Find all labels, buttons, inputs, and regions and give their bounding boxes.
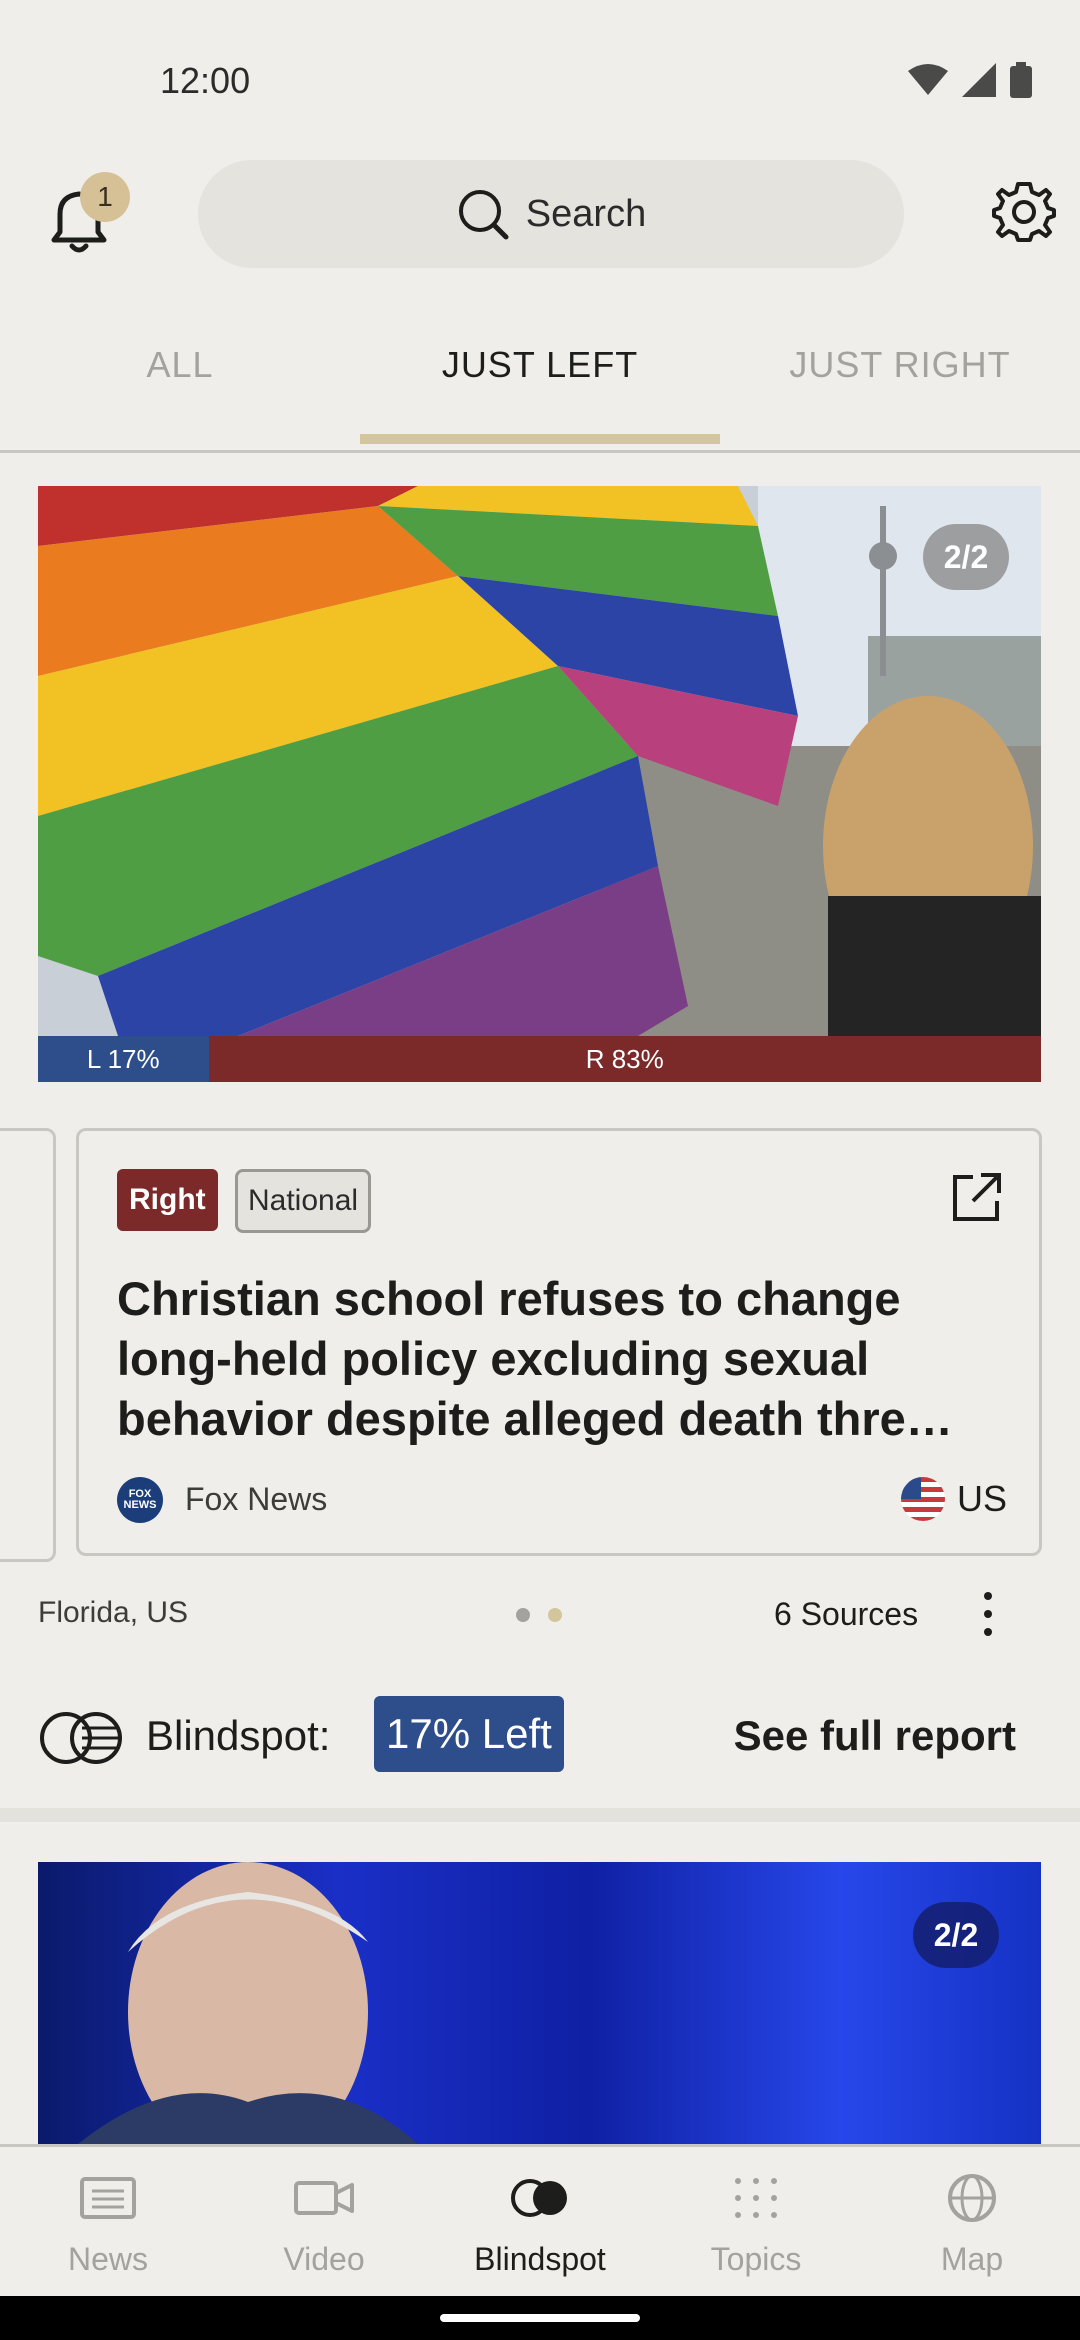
open-external-button[interactable]: [949, 1171, 1003, 1225]
nav-video[interactable]: Video: [216, 2147, 432, 2299]
notification-badge: 1: [80, 172, 130, 222]
previous-article-card[interactable]: [0, 1128, 56, 1562]
status-icons: [908, 62, 1032, 98]
nav-video-label: Video: [283, 2241, 365, 2277]
active-tab-indicator: [360, 434, 720, 444]
search-label: Search: [525, 192, 647, 235]
story-meta-row: Florida, US 6 Sources: [38, 1590, 1048, 1640]
feed-tabs: ALL JUST LEFT JUST RIGHT: [0, 300, 1080, 453]
nav-blindspot[interactable]: Blindspot: [432, 2147, 648, 2299]
search-icon: [458, 190, 509, 240]
more-options-button[interactable]: [978, 1590, 998, 1638]
us-flag-icon: [900, 1477, 945, 1521]
gear-icon: [992, 182, 1056, 242]
sources-count[interactable]: 6 Sources: [774, 1596, 918, 1633]
grid-dots-icon: [735, 2178, 777, 2218]
nav-map[interactable]: Map: [864, 2147, 1080, 2299]
article-card[interactable]: Right National Christian school refuses …: [76, 1128, 1042, 1556]
country-indicator: US: [900, 1477, 1007, 1521]
settings-button[interactable]: [992, 180, 1056, 244]
carousel-indicator: [516, 1608, 562, 1622]
bias-right-segment: R 83%: [208, 1036, 1041, 1082]
article-headline[interactable]: Christian school refuses to change long-…: [117, 1269, 997, 1449]
nav-news[interactable]: News: [0, 2147, 216, 2299]
carousel-dot: [516, 1608, 530, 1622]
bias-left-segment: L 17%: [38, 1036, 209, 1082]
image-counter-badge-2: 2/2: [913, 1902, 999, 1968]
carousel-dot-active: [548, 1608, 562, 1622]
blindspot-value-badge: 17% Left: [374, 1696, 564, 1772]
status-bar: 12:00: [0, 0, 1080, 150]
nav-news-label: News: [67, 2241, 148, 2277]
blindspot-icon: [511, 2179, 567, 2217]
cellular-signal-icon: [962, 63, 996, 97]
tab-just-left[interactable]: JUST LEFT: [360, 344, 720, 386]
portrait-photo: [38, 1862, 1041, 2144]
blindspot-label: Blindspot:: [146, 1712, 331, 1759]
newspaper-icon: [80, 2177, 136, 2219]
story-image[interactable]: 2/2: [38, 486, 1041, 1036]
gesture-navigation-bar: [0, 2296, 1080, 2340]
story-location: Florida, US: [38, 1596, 189, 1629]
fox-news-logo: FOX NEWS: [117, 1477, 163, 1523]
nav-map-label: Map: [940, 2241, 1004, 2277]
bottom-navigation: News Video Blindspot Topics Map: [0, 2144, 1080, 2299]
more-vertical-icon: [984, 1592, 992, 1636]
bias-distribution-bar: L 17% R 83%: [38, 1036, 1041, 1082]
video-camera-icon: [294, 2181, 354, 2215]
tab-all[interactable]: ALL: [0, 344, 360, 386]
blindspot-row: Blindspot: 17% Left See full report: [38, 1696, 1048, 1776]
search-bar[interactable]: Search: [198, 160, 904, 268]
source-name: Fox News: [185, 1481, 328, 1517]
external-link-icon: [953, 1173, 1001, 1221]
wifi-icon: [908, 64, 948, 95]
globe-icon: [948, 2174, 996, 2222]
battery-icon: [1010, 62, 1032, 98]
section-divider: [0, 1808, 1080, 1822]
image-counter-badge: 2/2: [923, 524, 1009, 590]
nav-topics-label: Topics: [710, 2241, 802, 2277]
source-row: FOX NEWS Fox News US: [117, 1477, 1007, 1527]
lean-tag: Right: [117, 1169, 218, 1231]
scope-tag: National: [235, 1169, 372, 1233]
story-image-2[interactable]: 2/2: [38, 1862, 1041, 2144]
country-label: US: [956, 1478, 1007, 1519]
status-time: 12:00: [160, 60, 251, 101]
tab-just-right[interactable]: JUST RIGHT: [720, 344, 1080, 386]
pride-flag-photo: [38, 486, 1041, 1036]
see-full-report-link[interactable]: See full report: [734, 1712, 1016, 1760]
blindspot-icon: [40, 1712, 122, 1764]
nav-blindspot-label: Blindspot: [474, 2241, 606, 2277]
home-gesture-handle[interactable]: [440, 2314, 640, 2322]
nav-topics[interactable]: Topics: [648, 2147, 864, 2299]
top-bar: 1 Search: [0, 150, 1080, 280]
